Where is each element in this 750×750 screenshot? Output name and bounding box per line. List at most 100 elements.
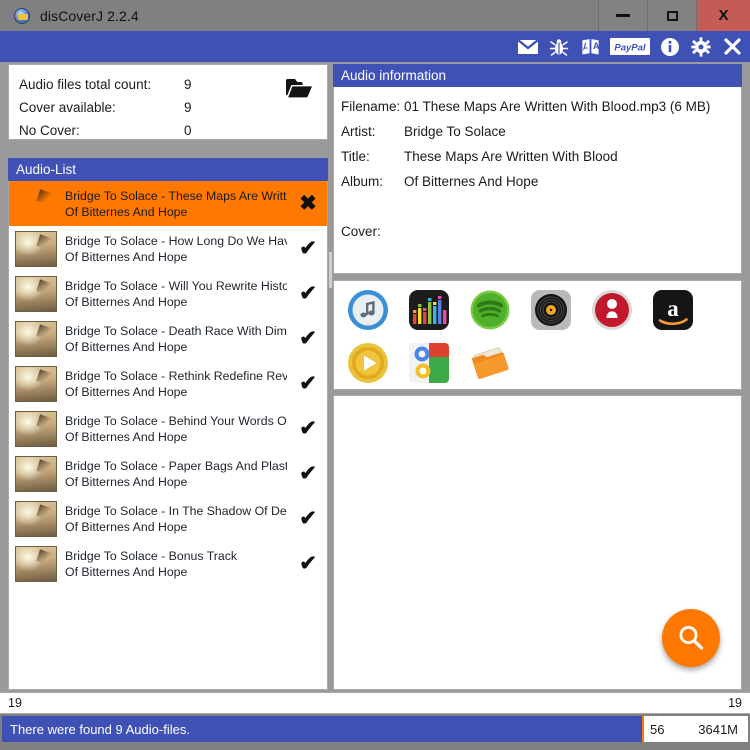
audio-list-item-text: Bridge To Solace - Death Race With Dimen… bbox=[65, 323, 287, 355]
translate-icon[interactable]: A bbox=[579, 36, 601, 58]
audio-list-item-title: Bridge To Solace - In The Shadow Of Deat… bbox=[65, 503, 287, 518]
audio-list-item-title: Bridge To Solace - Paper Bags And Plasti… bbox=[65, 458, 287, 473]
bing-icon[interactable] bbox=[342, 341, 394, 385]
remove-cover-icon[interactable]: ✖ bbox=[295, 193, 321, 214]
services-grid: a bbox=[342, 288, 737, 385]
count-bar: 19 19 bbox=[0, 692, 750, 714]
search-button[interactable] bbox=[662, 609, 720, 667]
cover-ok-icon[interactable]: ✔ bbox=[295, 463, 321, 484]
audio-list-item-album: Of Bitternes And Hope bbox=[65, 564, 188, 579]
stats-panel: Audio files total count: 9 Cover availab… bbox=[8, 64, 328, 140]
cover-thumbnail bbox=[15, 455, 57, 492]
google-icon[interactable] bbox=[403, 341, 455, 385]
minimize-icon bbox=[616, 14, 630, 17]
audio-list-item-text: Bridge To Solace - Bonus Track Of Bittern… bbox=[65, 548, 287, 580]
close-window-button[interactable]: X bbox=[696, 0, 750, 31]
window-title: disCoverJ 2.2.4 bbox=[40, 7, 139, 24]
close-icon: X bbox=[718, 7, 729, 24]
audio-list-item-title: Bridge To Solace - Will You Rewrite Hist… bbox=[65, 278, 287, 293]
info-row-album: Album: Of Bitternes And Hope bbox=[334, 169, 741, 194]
svg-text:PayPal: PayPal bbox=[614, 43, 646, 54]
audio-list-panel: Audio-List Bridge To Solace - These Maps… bbox=[8, 158, 328, 690]
stat-row: Audio files total count: 9 bbox=[19, 73, 317, 96]
itunes-icon[interactable] bbox=[342, 288, 394, 332]
cover-ok-icon[interactable]: ✔ bbox=[295, 328, 321, 349]
main-body: Audio files total count: 9 Cover availab… bbox=[0, 62, 750, 692]
audio-list-item-text: Bridge To Solace - How Long Do We Have .… bbox=[65, 233, 287, 265]
audio-list-item[interactable]: Bridge To Solace - Death Race With Dimen… bbox=[9, 316, 327, 361]
mail-icon[interactable] bbox=[517, 36, 539, 58]
info-icon[interactable] bbox=[659, 36, 681, 58]
open-folder-icon[interactable] bbox=[285, 77, 313, 99]
cover-thumbnail bbox=[15, 230, 57, 267]
cover-ok-icon[interactable]: ✔ bbox=[295, 553, 321, 574]
cover-ok-icon[interactable]: ✔ bbox=[295, 238, 321, 259]
left-pane: Audio files total count: 9 Cover availab… bbox=[8, 64, 328, 690]
status-value-2: 3641M bbox=[698, 721, 738, 737]
cover-label: Cover: bbox=[341, 224, 381, 239]
stat-row: Cover available: 9 bbox=[19, 96, 317, 119]
status-value-1: 56 bbox=[650, 721, 665, 737]
audio-list-item-title: Bridge To Solace - Death Race With Dimen… bbox=[65, 323, 287, 338]
audio-list-item[interactable]: Bridge To Solace - Behind Your Words Of … bbox=[9, 406, 327, 451]
info-value: These Maps Are Written With Blood bbox=[404, 149, 618, 164]
local-folder-icon[interactable] bbox=[464, 341, 516, 385]
info-label: Filename: bbox=[341, 99, 401, 114]
stat-value: 9 bbox=[184, 77, 192, 92]
cover-thumbnail bbox=[15, 545, 57, 582]
audio-list-header: Audio-List bbox=[8, 158, 328, 181]
spotify-icon[interactable] bbox=[464, 288, 516, 332]
info-label: Album: bbox=[341, 174, 384, 189]
cover-ok-icon[interactable]: ✔ bbox=[295, 418, 321, 439]
window-bottom-edge bbox=[0, 742, 750, 750]
results-panel[interactable] bbox=[333, 395, 742, 690]
audio-list-item-title: Bridge To Solace - Bonus Track bbox=[65, 548, 238, 563]
audio-list-item[interactable]: Bridge To Solace - Paper Bags And Plasti… bbox=[9, 451, 327, 496]
status-bar: There were found 9 Audio-files. 56 3641M bbox=[2, 716, 748, 742]
deezer-icon[interactable] bbox=[403, 288, 455, 332]
discogs-icon[interactable] bbox=[525, 288, 577, 332]
audio-list[interactable]: Bridge To Solace - These Maps Are Writte… bbox=[8, 181, 328, 690]
audio-list-item-title: Bridge To Solace - These Maps Are Writte… bbox=[65, 188, 287, 203]
audio-information-body: Filename: 01 These Maps Are Written With… bbox=[333, 87, 742, 274]
info-row-artist: Artist: Bridge To Solace bbox=[334, 119, 741, 144]
info-label: Title: bbox=[341, 149, 370, 164]
cover-thumbnail bbox=[15, 500, 57, 537]
maximize-button[interactable] bbox=[647, 0, 696, 31]
window-controls: X bbox=[598, 0, 750, 31]
app-toolbar: A PayPal bbox=[0, 31, 750, 62]
audio-list-item[interactable]: Bridge To Solace - Bonus Track Of Bittern… bbox=[9, 541, 327, 586]
audio-list-item-text: Bridge To Solace - Behind Your Words Of … bbox=[65, 413, 287, 445]
audio-list-item-title: Bridge To Solace - How Long Do We Have .… bbox=[65, 233, 287, 248]
count-left: 19 bbox=[8, 696, 22, 710]
svg-text:A: A bbox=[593, 41, 600, 51]
status-message: There were found 9 Audio-files. bbox=[10, 721, 190, 737]
audio-list-item[interactable]: Bridge To Solace - Will You Rewrite Hist… bbox=[9, 271, 327, 316]
paypal-icon[interactable]: PayPal bbox=[610, 36, 650, 58]
minimize-button[interactable] bbox=[598, 0, 647, 31]
audio-list-item[interactable]: Bridge To Solace - How Long Do We Have .… bbox=[9, 226, 327, 271]
services-panel: a bbox=[333, 280, 742, 390]
svg-text:a: a bbox=[667, 296, 679, 321]
right-pane: Audio information Filename: 01 These Map… bbox=[333, 64, 742, 690]
title-bar: disCoverJ 2.2.4 X bbox=[0, 0, 750, 31]
gear-icon[interactable] bbox=[690, 36, 712, 58]
info-label: Artist: bbox=[341, 124, 376, 139]
audio-list-item-album: Of Bitternes And Hope bbox=[65, 249, 188, 264]
stat-label: Cover available: bbox=[19, 100, 116, 115]
audio-list-item[interactable]: Bridge To Solace - These Maps Are Writte… bbox=[9, 181, 327, 226]
count-right: 19 bbox=[728, 696, 742, 710]
bug-icon[interactable] bbox=[548, 36, 570, 58]
amazon-icon[interactable]: a bbox=[647, 288, 699, 332]
close-icon[interactable] bbox=[721, 36, 743, 58]
audio-list-item-text: Bridge To Solace - Rethink Redefine Revo… bbox=[65, 368, 287, 400]
memory-indicator[interactable]: 3641M bbox=[698, 716, 748, 742]
cover-ok-icon[interactable]: ✔ bbox=[295, 373, 321, 394]
audio-list-item-text: Bridge To Solace - Paper Bags And Plasti… bbox=[65, 458, 287, 490]
audio-list-item-album: Of Bitternes And Hope bbox=[65, 519, 188, 534]
audio-list-item[interactable]: Bridge To Solace - In The Shadow Of Deat… bbox=[9, 496, 327, 541]
gracenote-icon[interactable] bbox=[586, 288, 638, 332]
cover-ok-icon[interactable]: ✔ bbox=[295, 508, 321, 529]
audio-list-item[interactable]: Bridge To Solace - Rethink Redefine Revo… bbox=[9, 361, 327, 406]
cover-ok-icon[interactable]: ✔ bbox=[295, 283, 321, 304]
